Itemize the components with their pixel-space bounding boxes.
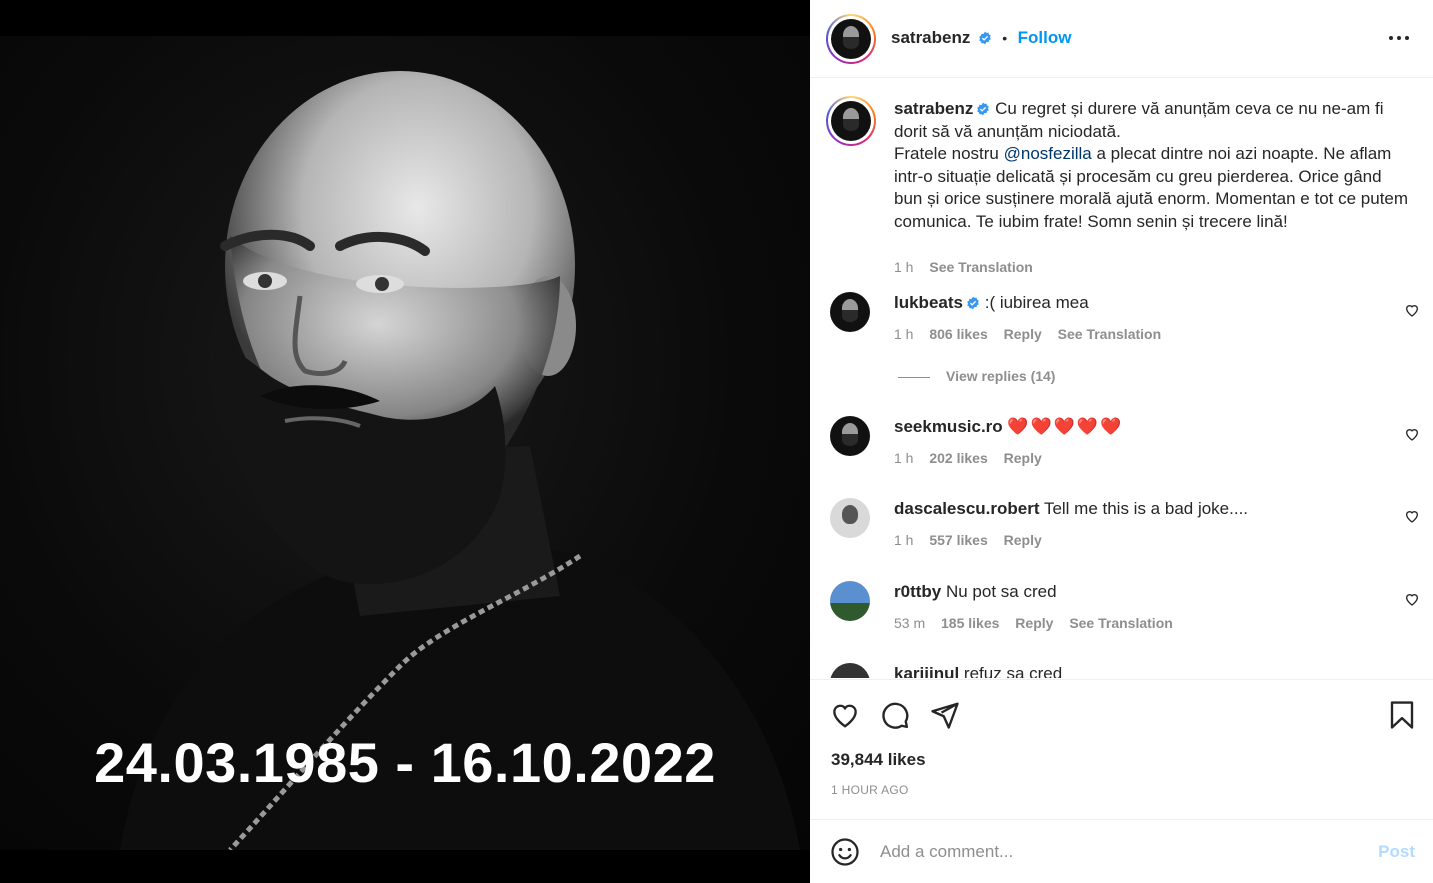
reply-button[interactable]: Reply: [1004, 450, 1042, 466]
comments-list[interactable]: satrabenz Cu regret și durere vă anunțăm…: [810, 78, 1433, 678]
see-translation-button[interactable]: See Translation: [1069, 615, 1172, 631]
verified-badge-icon: [979, 31, 991, 45]
media-top-bar: [0, 0, 810, 36]
comment-like-heart-icon[interactable]: [1404, 508, 1420, 524]
caption-body-part2: Fratele nostru: [894, 144, 1004, 164]
mention-link[interactable]: @nosfezilla: [1004, 144, 1092, 163]
comment-likes[interactable]: 185 likes: [941, 615, 999, 631]
caption-time: 1 h: [894, 259, 914, 275]
view-replies-label: View replies (14): [946, 368, 1056, 384]
portrait-illustration: [120, 71, 800, 850]
see-translation-button[interactable]: See Translation: [1058, 326, 1161, 342]
post-side-panel: satrabenz • Follow satrabenz Cu regret ș…: [810, 0, 1433, 883]
post-media[interactable]: 24.03.1985 - 16.10.2022: [0, 0, 810, 883]
comment-avatar[interactable]: [830, 292, 870, 332]
comment-avatar[interactable]: [830, 498, 870, 538]
caption-avatar[interactable]: [826, 96, 876, 146]
add-comment-bar: Post: [810, 819, 1433, 883]
media-bottom-bar: [0, 850, 810, 883]
author-username[interactable]: satrabenz: [891, 28, 970, 47]
comment-text: ❤️❤️❤️❤️❤️: [1007, 417, 1124, 436]
comment-time: 1 h: [894, 450, 914, 466]
comment-avatar[interactable]: [830, 663, 870, 678]
verified-badge-icon: [967, 296, 979, 310]
post-comment-button[interactable]: Post: [1378, 842, 1415, 862]
comment-bubble-icon[interactable]: [880, 700, 910, 730]
paper-plane-icon[interactable]: [930, 700, 960, 730]
comment-username[interactable]: lukbeats: [894, 293, 963, 312]
comment-username[interactable]: r0ttby: [894, 582, 941, 601]
comment-time: 1 h: [894, 326, 914, 342]
header-separator: •: [1002, 30, 1008, 46]
emoji-smile-icon[interactable]: [830, 837, 860, 867]
caption-meta: 1 h See Translation: [894, 259, 1045, 275]
likes-count[interactable]: 39,844 likes: [831, 750, 926, 770]
memorial-dates: 24.03.1985 - 16.10.2022: [94, 731, 716, 794]
more-horizontal-icon[interactable]: [1387, 28, 1411, 48]
comment-username[interactable]: kariiinul: [894, 664, 959, 678]
bookmark-icon[interactable]: [1387, 700, 1417, 730]
comment-input[interactable]: [880, 838, 1360, 866]
comment-body: dascalescu.robert Tell me this is a bad …: [894, 498, 1364, 520]
reply-button[interactable]: Reply: [1004, 532, 1042, 548]
reply-button[interactable]: Reply: [1004, 326, 1042, 342]
comment-meta: 53 m 185 likes Reply See Translation: [894, 615, 1185, 631]
comment-body: seekmusic.ro ❤️❤️❤️❤️❤️: [894, 416, 1364, 438]
comment-text: Tell me this is a bad joke....: [1043, 499, 1249, 518]
comment-likes[interactable]: 202 likes: [929, 450, 987, 466]
post-header: satrabenz • Follow: [810, 0, 1433, 78]
comment-meta: 1 h 202 likes Reply: [894, 450, 1054, 466]
comment-username[interactable]: dascalescu.robert: [894, 499, 1040, 518]
comment-avatar[interactable]: [830, 416, 870, 456]
heart-icon[interactable]: [830, 700, 860, 730]
comment-like-heart-icon[interactable]: [1404, 302, 1420, 318]
post-actions: 39,844 likes 1 HOUR AGO: [810, 679, 1433, 819]
comment-username[interactable]: seekmusic.ro: [894, 417, 1003, 436]
comment-text: refuz sa cred: [963, 664, 1063, 678]
post-timestamp: 1 HOUR AGO: [831, 783, 909, 797]
comment-like-heart-icon[interactable]: [1404, 591, 1420, 607]
caption-see-translation[interactable]: See Translation: [929, 259, 1032, 275]
caption-text: satrabenz Cu regret și durere vă anunțăm…: [894, 98, 1414, 234]
comment-time: 1 h: [894, 532, 914, 548]
verified-badge-icon: [977, 102, 990, 116]
comment-body: lukbeats :( iubirea mea: [894, 292, 1364, 314]
comment-likes[interactable]: 557 likes: [929, 532, 987, 548]
author-avatar[interactable]: [826, 14, 876, 64]
comment-body: r0ttby Nu pot sa cred: [894, 581, 1364, 603]
comment-meta: 1 h 806 likes Reply See Translation: [894, 326, 1173, 342]
replies-divider: [898, 376, 930, 378]
comment-time: 53 m: [894, 615, 926, 631]
follow-button[interactable]: Follow: [1018, 28, 1072, 47]
comment-text: Nu pot sa cred: [945, 582, 1057, 601]
comment-text: :( iubirea mea: [984, 293, 1089, 312]
caption-username[interactable]: satrabenz: [894, 99, 973, 118]
reply-button[interactable]: Reply: [1015, 615, 1053, 631]
comment-meta: 1 h 557 likes Reply: [894, 532, 1054, 548]
comment-likes[interactable]: 806 likes: [929, 326, 987, 342]
view-replies-button[interactable]: View replies (14): [898, 368, 1055, 384]
comment-like-heart-icon[interactable]: [1404, 426, 1420, 442]
comment-body: kariiinul refuz sa cred: [894, 663, 1364, 678]
comment-avatar[interactable]: [830, 581, 870, 621]
